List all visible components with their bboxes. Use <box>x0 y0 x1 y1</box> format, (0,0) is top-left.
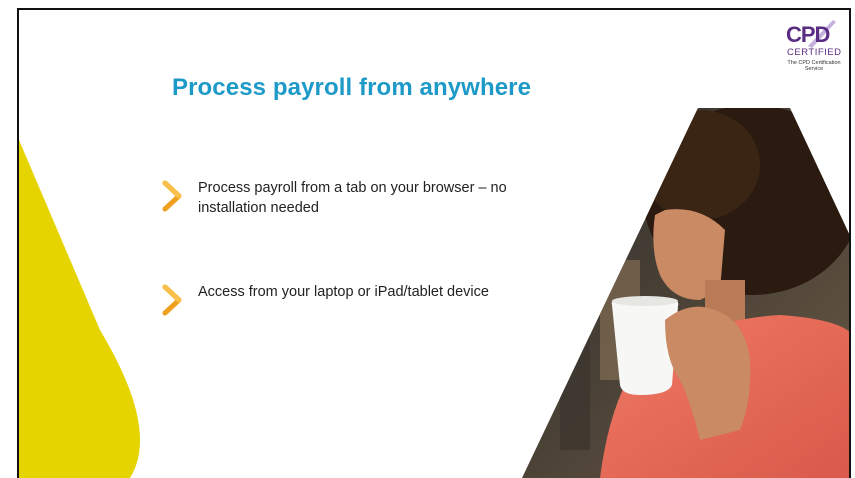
frame-left-border <box>17 8 19 478</box>
woman-coffee-photo <box>522 108 851 478</box>
frame-right-border <box>849 8 851 478</box>
slide-title: Process payroll from anywhere <box>172 74 532 101</box>
chevron-right-icon <box>162 284 182 316</box>
bullet-text: Access from your laptop or iPad/tablet d… <box>198 284 489 300</box>
cpd-certified-text: CERTIFIED <box>787 47 842 58</box>
frame-top-border <box>17 8 851 10</box>
cpd-certified-logo: CPD CERTIFIED The CPD Certification Serv… <box>778 18 848 74</box>
cpd-service-text: The CPD Certification Service <box>787 60 841 72</box>
cpd-logo-text: CPD <box>786 22 830 47</box>
chevron-right-icon <box>162 180 182 212</box>
bullet-text: Process payroll from a tab on your brows… <box>198 180 507 216</box>
slide: CPD CERTIFIED The CPD Certification Serv… <box>0 0 855 478</box>
